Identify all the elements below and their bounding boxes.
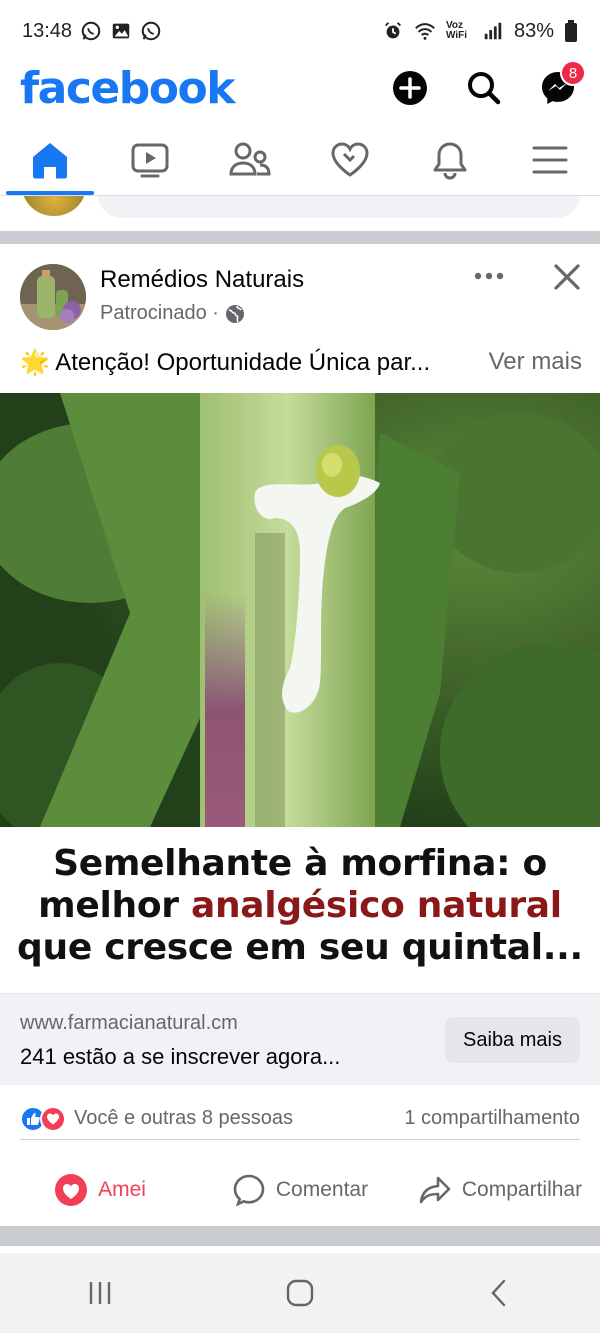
post-actions: Amei Comentar Compartilhar — [0, 1160, 600, 1220]
messenger-badge: 8 — [560, 60, 586, 86]
comment-label: Comentar — [275, 1178, 369, 1201]
link-description: 241 estão a se inscrever agora... — [20, 1044, 341, 1069]
reaction-icons — [20, 1105, 66, 1132]
facebook-logo[interactable]: facebook — [20, 63, 235, 114]
network-label: Voz WiFi — [445, 20, 467, 41]
previous-section — [0, 196, 600, 232]
globe-icon — [225, 304, 244, 323]
tab-friends[interactable] — [200, 124, 300, 195]
ad-headline[interactable]: Semelhante à morfina: o melhor analgésic… — [0, 843, 600, 973]
create-button[interactable] — [388, 66, 432, 110]
reactions-text: Você e outras 8 pessoas — [74, 1107, 294, 1129]
link-url: www.farmacianatural.cm — [20, 1012, 238, 1034]
share-button[interactable]: Compartilhar — [400, 1173, 600, 1207]
headline-accent: analgésico natural — [190, 885, 562, 926]
page-avatar[interactable] — [20, 264, 86, 330]
app-header: facebook 8 — [0, 60, 600, 114]
battery-percent: 83% — [513, 19, 554, 42]
gallery-icon — [112, 23, 130, 39]
tab-home[interactable] — [0, 124, 100, 195]
video-icon — [131, 143, 169, 177]
back-icon[interactable] — [485, 1278, 515, 1308]
feed-divider — [0, 1226, 600, 1246]
shares-count[interactable]: 1 compartilhamento — [404, 1107, 580, 1130]
profile-avatar[interactable] — [22, 196, 86, 216]
plus-circle-icon — [393, 71, 427, 105]
headline-line-2: melhor analgésico natural — [0, 885, 600, 927]
headline-line-2-prefix: melhor — [38, 885, 191, 926]
battery-icon — [565, 20, 577, 42]
tab-bar — [0, 124, 600, 196]
status-time: 13:48 — [22, 19, 73, 42]
signal-icon — [484, 22, 502, 40]
link-preview[interactable]: www.farmacianatural.cm 241 estão a se in… — [0, 993, 600, 1085]
reactions-summary[interactable]: Você e outras 8 pessoas 1 compartilhamen… — [20, 1098, 580, 1140]
see-more-link[interactable]: Ver mais — [489, 348, 582, 376]
whatsapp-icon — [141, 21, 161, 41]
share-label: Compartilhar — [461, 1178, 583, 1201]
status-bar: 13:48 Voz WiFi 83% — [0, 0, 600, 62]
love-button[interactable]: Amei — [0, 1173, 200, 1207]
tab-dating[interactable] — [300, 124, 400, 195]
post-meta: Patrocinado · — [100, 302, 245, 325]
comment-button[interactable]: Comentar — [200, 1173, 400, 1207]
search-icon — [468, 72, 501, 105]
headline-line-3: que cresce em seu quintal... — [17, 927, 583, 968]
system-nav-bar — [0, 1253, 600, 1333]
menu-icon — [532, 146, 568, 173]
recent-apps-icon[interactable] — [85, 1278, 115, 1308]
wifi-icon — [415, 23, 435, 40]
sponsored-label: Patrocinado · — [100, 302, 219, 324]
love-label: Amei — [98, 1178, 146, 1201]
friends-icon — [229, 142, 271, 175]
more-options-icon[interactable] — [472, 264, 506, 288]
share-icon — [419, 1176, 451, 1204]
search-button[interactable] — [462, 66, 506, 110]
love-reaction-icon — [40, 1105, 66, 1132]
whatsapp-icon — [81, 21, 101, 41]
messenger-button[interactable]: 8 — [536, 60, 586, 110]
home-icon — [33, 142, 67, 178]
alarm-icon — [384, 22, 401, 39]
post-header: Remédios Naturais Patrocinado · — [0, 244, 600, 344]
headline-line-1: Semelhante à morfina: o — [53, 843, 547, 884]
post-body: 🌟 Atenção! Oportunidade Única par... — [20, 348, 431, 376]
tab-watch[interactable] — [100, 124, 200, 195]
tab-notifications[interactable] — [400, 124, 500, 195]
love-icon — [55, 1174, 88, 1206]
learn-more-button[interactable]: Saiba mais — [445, 1017, 580, 1063]
composer-input[interactable] — [98, 196, 580, 218]
post-text: 🌟 Atenção! Oportunidade Única par... Ver… — [20, 344, 582, 380]
tab-menu[interactable] — [500, 124, 600, 195]
post-image[interactable] — [0, 393, 600, 827]
feed-divider — [0, 231, 600, 244]
comment-icon — [233, 1174, 265, 1207]
heart-icon — [331, 141, 369, 177]
home-nav-icon[interactable] — [285, 1278, 315, 1308]
bell-icon — [433, 142, 467, 180]
page-name[interactable]: Remédios Naturais — [100, 266, 304, 294]
close-icon[interactable] — [552, 262, 582, 292]
